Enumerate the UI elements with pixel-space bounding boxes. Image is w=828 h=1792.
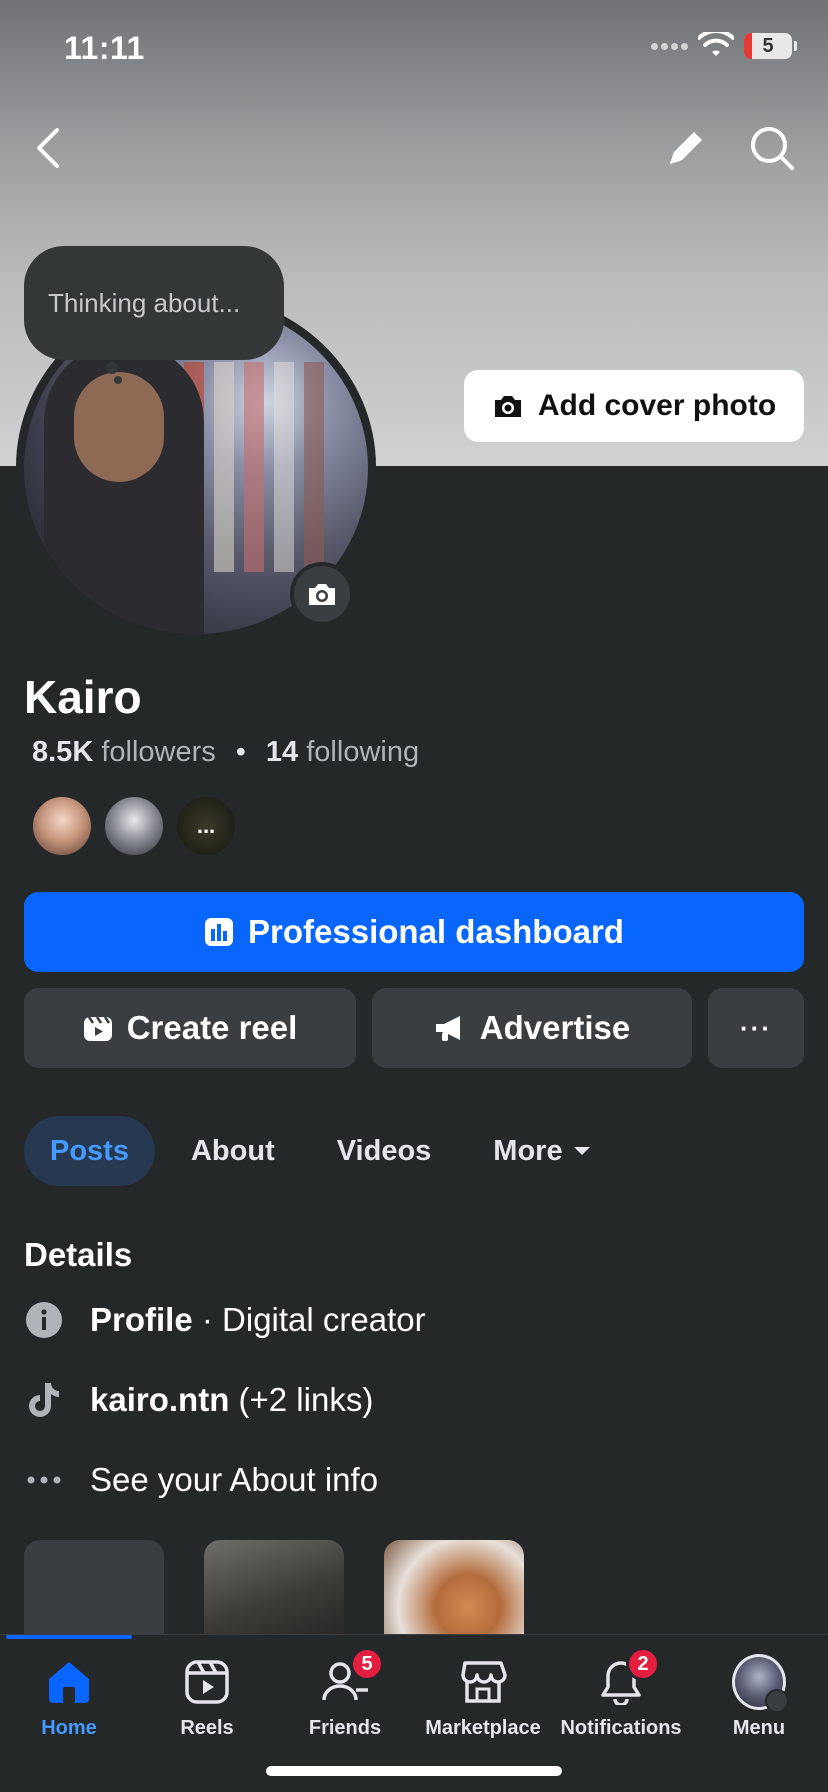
tab-videos[interactable]: Videos	[311, 1116, 458, 1186]
menu-lines-icon	[765, 1689, 789, 1713]
photo-thumbnail[interactable]	[24, 1540, 164, 1636]
home-indicator	[266, 1766, 562, 1776]
nav-reels-label: Reels	[180, 1717, 234, 1739]
tab-posts[interactable]: Posts	[24, 1116, 155, 1186]
thought-bubble-tail	[106, 362, 118, 374]
nav-friends[interactable]: 5 Friends	[276, 1647, 414, 1740]
follower-avatars[interactable]: ...	[30, 794, 238, 858]
photo-thumbnail[interactable]	[204, 1540, 344, 1636]
tab-more[interactable]: More	[467, 1116, 616, 1186]
marketplace-icon	[456, 1655, 510, 1709]
followers-count: 8.5K	[32, 736, 94, 768]
nav-reels[interactable]: Reels	[138, 1655, 276, 1740]
camera-icon	[494, 396, 521, 417]
search-icon	[751, 127, 794, 170]
menu-avatar	[732, 1654, 789, 1713]
profile-name: Kairo	[24, 671, 142, 723]
detail-link-text: (+2 links)	[229, 1381, 374, 1418]
professional-dashboard-button[interactable]: Professional dashboard	[24, 892, 804, 972]
bell-icon: 2	[594, 1647, 660, 1709]
create-reel-button[interactable]: Create reel	[24, 988, 356, 1068]
tab-about[interactable]: About	[165, 1116, 301, 1186]
dashboard-icon	[205, 918, 234, 946]
nav-notifications[interactable]: 2 Notifications	[552, 1647, 690, 1740]
more-dots-icon	[24, 1460, 64, 1500]
nav-notifications-label: Notifications	[560, 1717, 682, 1739]
more-dots-icon: ···	[740, 1012, 772, 1043]
nav-home-label: Home	[41, 1717, 97, 1739]
home-icon	[42, 1655, 96, 1709]
nav-menu[interactable]: Menu	[690, 1654, 828, 1740]
pencil-icon	[670, 132, 702, 164]
friends-icon: 5	[318, 1647, 384, 1709]
nav-menu-label: Menu	[732, 1717, 786, 1739]
megaphone-icon	[435, 1016, 460, 1041]
professional-dashboard-label: Professional dashboard	[248, 913, 624, 950]
reel-icon	[83, 1016, 112, 1041]
detail-link[interactable]: kairo.ntn (+2 links)	[24, 1380, 373, 1420]
status-time: 11:11	[64, 30, 145, 66]
cellular-signal-icon	[651, 42, 688, 50]
nav-marketplace-label: Marketplace	[425, 1717, 541, 1739]
add-cover-label: Add cover photo	[537, 389, 777, 422]
follower-avatar[interactable]	[102, 794, 166, 858]
back-button[interactable]	[26, 120, 70, 176]
detail-profile-bold: Profile	[90, 1301, 193, 1338]
see-about-info-label: See your About info	[90, 1461, 379, 1498]
more-followers-avatar[interactable]: ...	[174, 794, 238, 858]
change-avatar-button[interactable]	[290, 562, 354, 626]
search-button[interactable]	[744, 120, 800, 176]
edit-profile-button[interactable]	[660, 122, 712, 174]
status-icons: 5	[651, 32, 797, 60]
active-tab-indicator	[6, 1635, 132, 1639]
friends-badge: 5	[350, 1647, 384, 1681]
following-link[interactable]: 14 following	[266, 736, 419, 769]
create-reel-label: Create reel	[126, 1009, 298, 1046]
following-label: following	[306, 736, 420, 768]
secondary-actions: Create reel Advertise ···	[24, 988, 804, 1068]
thought-text: Thinking about...	[48, 287, 241, 318]
chevron-left-icon	[37, 128, 59, 168]
tab-more-label: More	[493, 1134, 563, 1167]
info-icon	[24, 1300, 64, 1340]
nav-friends-label: Friends	[308, 1717, 382, 1739]
detail-link-bold: kairo.ntn	[90, 1381, 230, 1418]
follow-stats: 8.5K followers • 14 following	[32, 736, 419, 769]
more-followers-dots: ...	[196, 813, 216, 838]
photo-thumbnails	[24, 1540, 524, 1636]
camera-icon	[309, 584, 335, 605]
followers-label: followers	[101, 736, 216, 768]
battery-level: 5	[762, 34, 774, 57]
detail-profile-text: · Digital creator	[192, 1301, 426, 1338]
battery-icon: 5	[744, 33, 797, 59]
thought-bubble[interactable]: Thinking about...	[24, 246, 284, 360]
thought-bubble-tail-small	[114, 376, 122, 384]
more-actions-button[interactable]: ···	[708, 988, 804, 1068]
see-about-info-link[interactable]: See your About info	[24, 1460, 378, 1500]
tiktok-icon	[24, 1380, 64, 1420]
wifi-icon	[698, 32, 734, 56]
following-count: 14	[265, 736, 299, 768]
add-cover-photo-button[interactable]: Add cover photo	[464, 370, 804, 442]
advertise-button[interactable]: Advertise	[372, 988, 692, 1068]
photo-thumbnail[interactable]	[384, 1540, 524, 1636]
followers-link[interactable]: 8.5K followers	[32, 736, 216, 769]
reels-icon	[180, 1655, 234, 1709]
details-title: Details	[24, 1236, 133, 1273]
caret-down-icon	[573, 1147, 590, 1155]
stats-separator: •	[235, 736, 246, 768]
menu-avatar-wrap	[732, 1654, 789, 1713]
notifications-badge: 2	[626, 1647, 660, 1681]
detail-profile-category: Profile · Digital creator	[24, 1300, 426, 1340]
advertise-label: Advertise	[479, 1009, 631, 1046]
nav-marketplace[interactable]: Marketplace	[414, 1655, 552, 1740]
nav-home[interactable]: Home	[0, 1655, 138, 1740]
profile-tabs: Posts About Videos More	[24, 1116, 617, 1186]
follower-avatar[interactable]	[30, 794, 94, 858]
